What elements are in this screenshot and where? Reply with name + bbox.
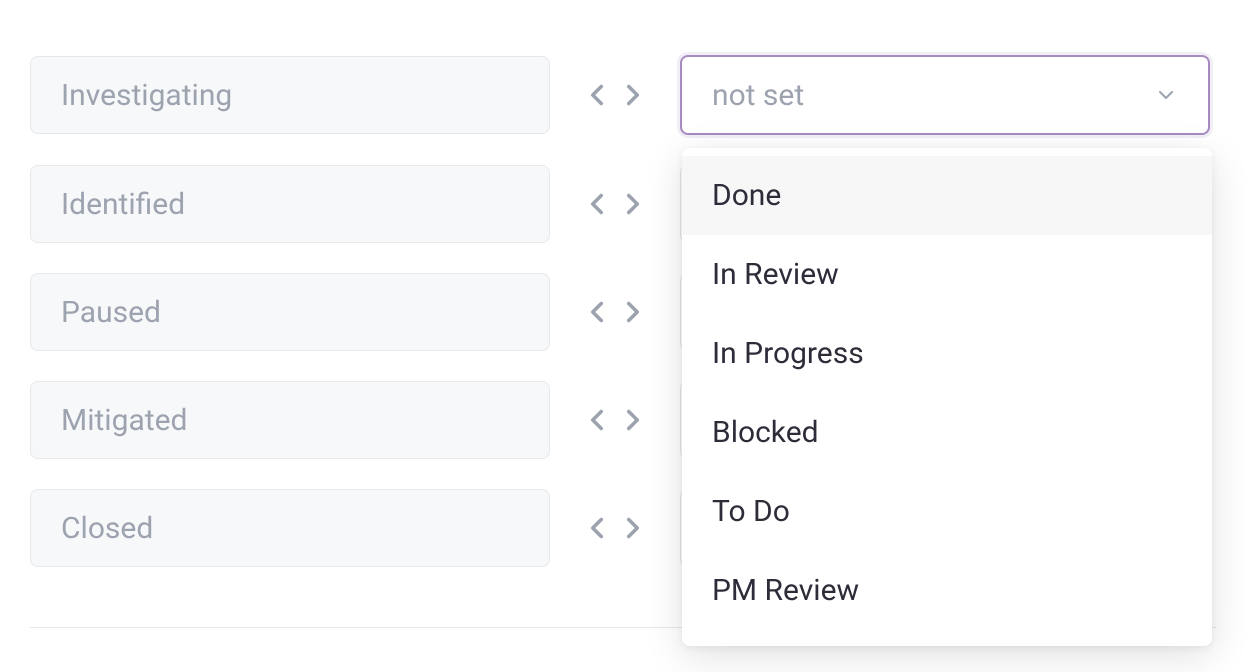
source-status-label: Identified bbox=[61, 187, 185, 222]
dropdown-option[interactable]: To Do bbox=[682, 472, 1212, 551]
source-status-field: Closed bbox=[30, 489, 550, 567]
target-status-select[interactable]: not set bbox=[680, 55, 1210, 135]
source-status-label: Investigating bbox=[61, 78, 232, 113]
dropdown-option[interactable]: Done bbox=[682, 156, 1212, 235]
dropdown-option-label: Blocked bbox=[712, 415, 819, 450]
dropdown-option[interactable]: PM Review bbox=[682, 551, 1212, 630]
bidirectional-arrow-icon bbox=[580, 187, 650, 221]
dropdown-option[interactable]: Blocked bbox=[682, 393, 1212, 472]
source-status-field: Paused bbox=[30, 273, 550, 351]
source-status-label: Mitigated bbox=[61, 403, 187, 438]
dropdown-option-label: To Do bbox=[712, 494, 790, 529]
dropdown-option-label: In Review bbox=[712, 257, 839, 292]
dropdown-option-label: Done bbox=[712, 178, 781, 213]
source-status-field: Identified bbox=[30, 165, 550, 243]
source-status-field: Investigating bbox=[30, 56, 550, 134]
chevron-down-icon bbox=[1154, 83, 1178, 107]
bidirectional-arrow-icon bbox=[580, 403, 650, 437]
dropdown-option-label: PM Review bbox=[712, 573, 859, 608]
source-status-label: Paused bbox=[61, 295, 161, 330]
select-placeholder: not set bbox=[712, 78, 804, 113]
source-status-field: Mitigated bbox=[30, 381, 550, 459]
bidirectional-arrow-icon bbox=[580, 295, 650, 329]
dropdown-option[interactable]: In Review bbox=[682, 235, 1212, 314]
bidirectional-arrow-icon bbox=[580, 511, 650, 545]
source-status-label: Closed bbox=[61, 511, 153, 546]
dropdown-option[interactable]: In Progress bbox=[682, 314, 1212, 393]
status-dropdown-menu: Done In Review In Progress Blocked To Do… bbox=[682, 148, 1212, 646]
bidirectional-arrow-icon bbox=[580, 78, 650, 112]
mapping-row: Investigating not set bbox=[30, 55, 1216, 135]
dropdown-option-label: In Progress bbox=[712, 336, 864, 371]
